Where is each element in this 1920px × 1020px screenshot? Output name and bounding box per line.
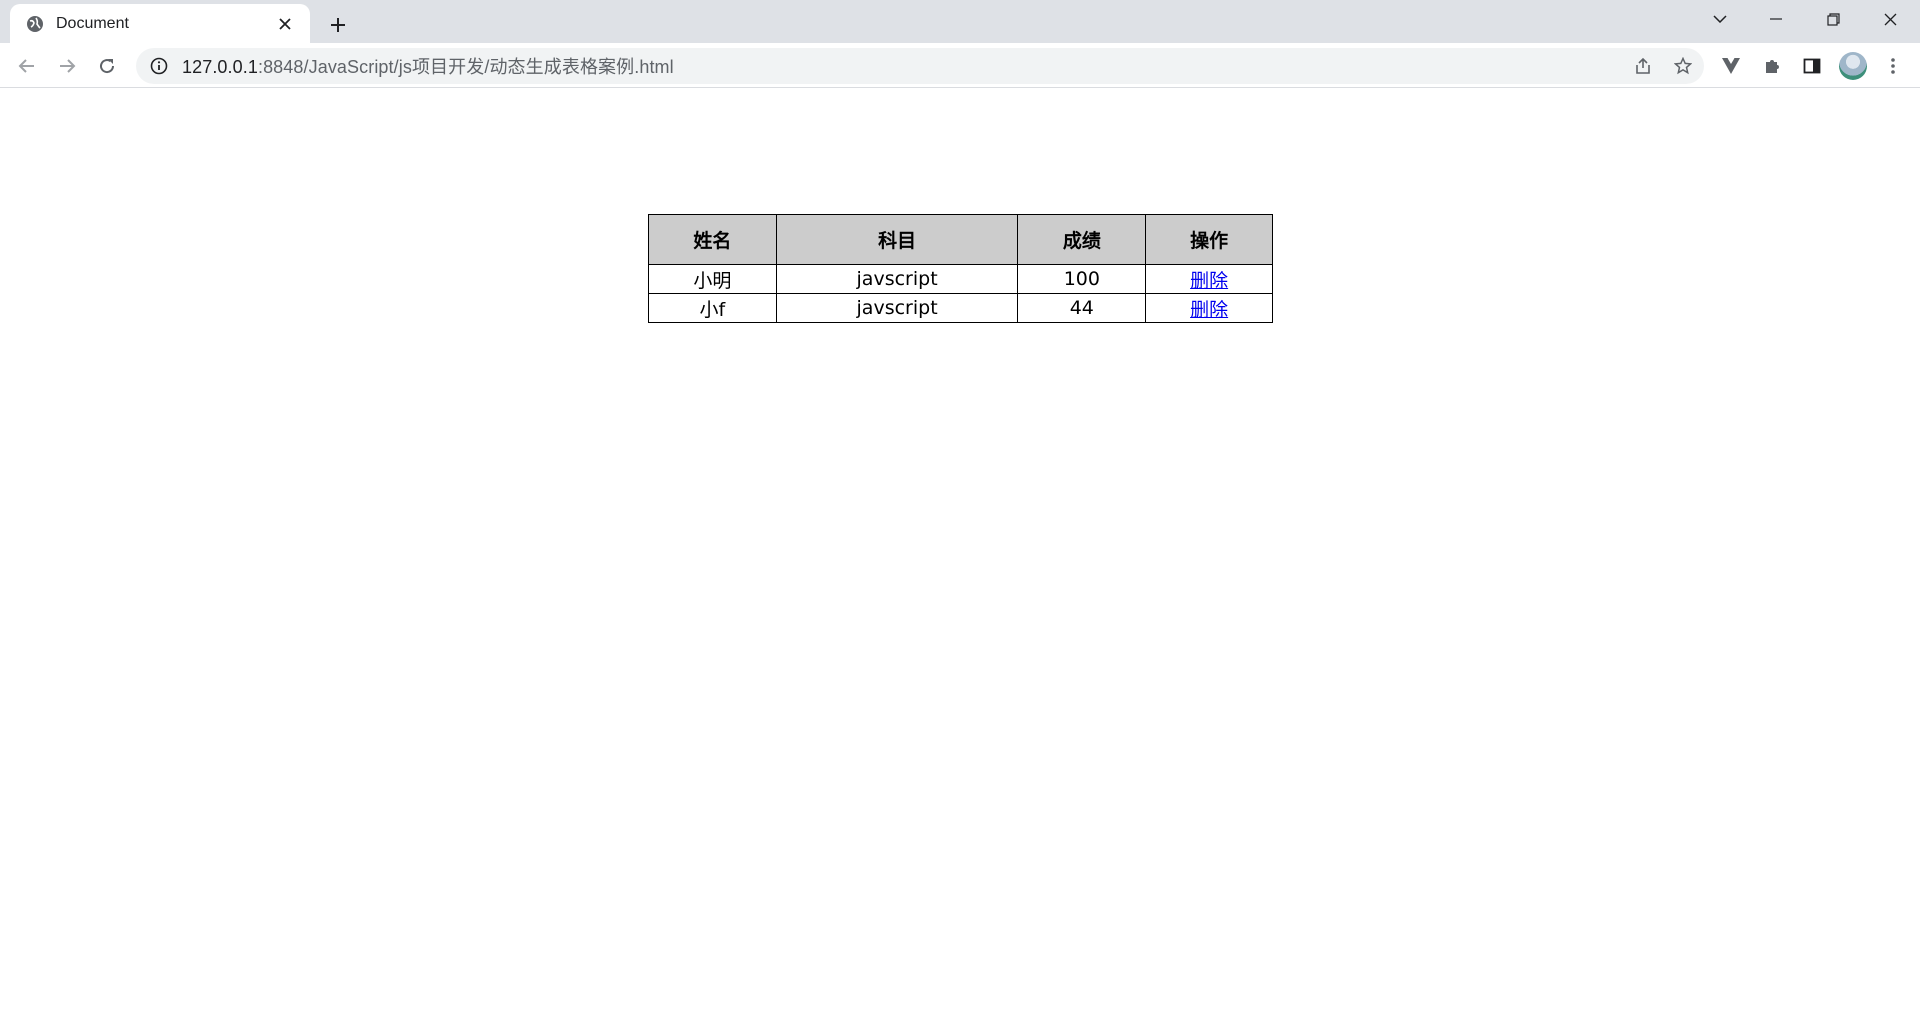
chevron-down-icon (1713, 15, 1727, 23)
cell-action: 删除 (1145, 264, 1273, 294)
restore-button[interactable] (1805, 0, 1861, 38)
restore-icon (1826, 12, 1840, 26)
table-row: 小f javscript 44 删除 (648, 293, 1273, 323)
cell-action: 删除 (1145, 293, 1273, 323)
table-row: 小明 javscript 100 删除 (648, 264, 1273, 294)
table-header-row: 姓名 科目 成绩 操作 (648, 214, 1273, 265)
back-button[interactable] (10, 49, 44, 83)
header-subject: 科目 (775, 214, 1019, 265)
arrow-left-icon (18, 59, 34, 73)
tab-title: Document (56, 14, 129, 32)
side-panel-icon[interactable] (1795, 49, 1829, 83)
tab-search-button[interactable] (1692, 0, 1748, 38)
cell-subject: javscript (775, 293, 1019, 323)
share-icon[interactable] (1626, 49, 1660, 83)
avatar[interactable] (1839, 52, 1867, 80)
delete-link[interactable]: 删除 (1190, 299, 1228, 321)
url-host: 127.0.0.1 (182, 57, 258, 77)
star-icon[interactable] (1666, 49, 1700, 83)
score-table: 姓名 科目 成绩 操作 小明 javscript 100 删除 小f javsc… (648, 214, 1273, 323)
header-name: 姓名 (648, 214, 777, 265)
url-text: 127.0.0.1:8848/JavaScript/js项目开发/动态生成表格案… (182, 53, 674, 79)
minimize-button[interactable] (1748, 0, 1804, 38)
cell-score: 44 (1017, 293, 1147, 323)
page-content: 姓名 科目 成绩 操作 小明 javscript 100 删除 小f javsc… (0, 89, 1920, 1020)
vue-extension-icon[interactable] (1714, 49, 1748, 83)
new-tab-button[interactable] (322, 9, 354, 41)
close-window-button[interactable] (1862, 0, 1918, 38)
browser-toolbar: 127.0.0.1:8848/JavaScript/js项目开发/动态生成表格案… (0, 43, 1920, 88)
globe-icon (26, 15, 44, 33)
puzzle-icon[interactable] (1755, 49, 1789, 83)
info-icon[interactable] (150, 57, 168, 75)
header-score: 成绩 (1017, 214, 1147, 265)
reload-icon (100, 59, 115, 74)
header-action: 操作 (1145, 214, 1273, 265)
reload-button[interactable] (90, 49, 124, 83)
minimize-icon (1770, 18, 1782, 20)
forward-button[interactable] (50, 49, 84, 83)
cell-score: 100 (1017, 264, 1147, 294)
browser-tab[interactable]: Document (10, 4, 310, 43)
cell-subject: javscript (775, 264, 1019, 294)
url-path: :8848/JavaScript/js项目开发/动态生成表格案例.html (257, 57, 674, 77)
close-window-icon (1884, 13, 1896, 25)
plus-icon (331, 18, 345, 32)
close-icon[interactable] (274, 13, 296, 35)
tab-strip: Document (0, 0, 1920, 43)
address-bar[interactable]: 127.0.0.1:8848/JavaScript/js项目开发/动态生成表格案… (136, 48, 1704, 84)
cell-name: 小f (648, 293, 777, 323)
delete-link[interactable]: 删除 (1190, 270, 1228, 292)
cell-name: 小明 (648, 264, 777, 294)
arrow-right-icon (60, 59, 76, 73)
menu-icon[interactable] (1876, 49, 1910, 83)
